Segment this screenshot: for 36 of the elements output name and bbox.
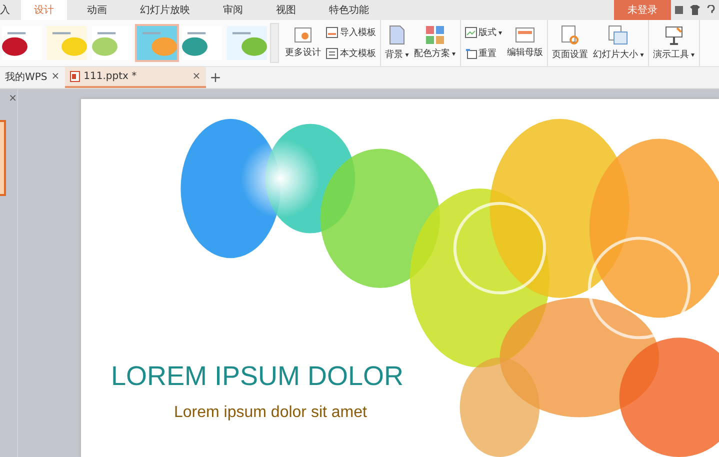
slide-subtitle: Lorem ipsum dolor sit amet bbox=[174, 404, 368, 422]
document-tab[interactable]: 111.pptx * × bbox=[64, 67, 206, 88]
ribbon-tab[interactable]: 幻灯片放映 bbox=[128, 0, 202, 20]
ribbon-button[interactable]: 重置 bbox=[464, 47, 502, 60]
ribbon-tab[interactable]: 视图 bbox=[264, 0, 308, 20]
ribbon-button[interactable]: 页面设置 bbox=[552, 25, 588, 61]
gallery-scrollbar[interactable] bbox=[270, 23, 279, 63]
template-icon bbox=[326, 48, 338, 59]
slide-title: LOREM IPSUM DOLOR bbox=[111, 361, 405, 392]
ribbon-tab[interactable]: 动画 bbox=[75, 0, 119, 20]
close-icon[interactable]: × bbox=[192, 71, 201, 82]
page-setup-icon bbox=[561, 25, 580, 45]
shirt-icon[interactable] bbox=[690, 5, 700, 15]
ribbon-button[interactable]: 导入模板 bbox=[326, 26, 376, 39]
close-icon[interactable]: × bbox=[8, 93, 17, 104]
add-tab-icon[interactable]: + bbox=[210, 70, 222, 86]
ribbon-button[interactable]: 编辑母版 bbox=[507, 27, 544, 59]
color-grid-icon bbox=[426, 26, 444, 44]
reset-icon bbox=[464, 48, 476, 59]
ribbon-tab[interactable]: 入 bbox=[0, 0, 11, 20]
slide-thumbnail[interactable] bbox=[0, 120, 6, 196]
ribbon-button[interactable]: 本文模板 bbox=[326, 47, 376, 60]
page-icon bbox=[388, 25, 405, 45]
design-icon bbox=[294, 27, 312, 43]
help-icon[interactable] bbox=[706, 5, 716, 15]
import-icon bbox=[326, 27, 338, 38]
ribbon-button[interactable]: 更多设计 bbox=[285, 27, 321, 59]
master-icon bbox=[515, 27, 536, 43]
document-tab[interactable]: 我的WPS × bbox=[0, 67, 65, 88]
layout-icon bbox=[464, 27, 476, 38]
file-icon bbox=[70, 71, 80, 82]
presentation-tools-icon bbox=[664, 25, 683, 45]
close-icon[interactable]: × bbox=[51, 71, 60, 82]
ribbon-tab[interactable]: 审阅 bbox=[211, 0, 255, 20]
slide-size-icon bbox=[608, 25, 628, 45]
ribbon-tab[interactable]: 特色功能 bbox=[317, 0, 381, 20]
